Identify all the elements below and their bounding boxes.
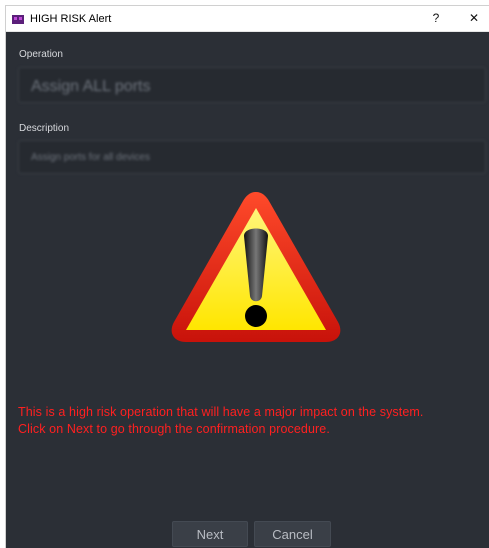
dialog-body: Operation Assign ALL ports Description A… (6, 32, 489, 548)
help-button[interactable]: ? (421, 6, 451, 31)
close-button[interactable]: ✕ (459, 6, 489, 31)
risk-message-line-1: This is a high risk operation that will … (18, 405, 424, 419)
title-bar: HIGH RISK Alert ? ✕ (6, 6, 489, 32)
cancel-button[interactable]: Cancel (254, 521, 331, 547)
risk-message: This is a high risk operation that will … (18, 404, 489, 438)
operation-field: Assign ALL ports (18, 67, 486, 103)
window-title: HIGH RISK Alert (30, 12, 112, 25)
description-field: Assign ports for all devices (18, 140, 486, 174)
alert-dialog: HIGH RISK Alert ? ✕ Operation Assign ALL… (6, 6, 489, 548)
risk-message-line-2: Click on Next to go through the confirma… (18, 422, 330, 436)
description-label: Description (19, 123, 70, 134)
button-row: Next Cancel (172, 521, 331, 547)
operation-label: Operation (19, 49, 63, 60)
app-icon (12, 14, 24, 24)
next-button[interactable]: Next (172, 521, 248, 547)
warning-triangle-icon (171, 192, 341, 342)
